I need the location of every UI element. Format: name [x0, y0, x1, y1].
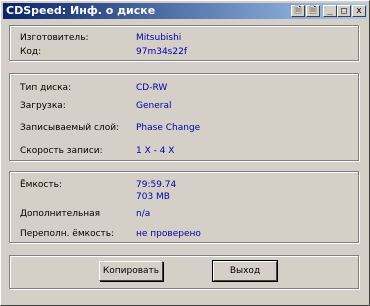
- manufacturer-group: Изготовитель: Mitsubishi Код: 97m34s22f: [9, 25, 359, 61]
- additional-value: n/a: [136, 209, 151, 219]
- write-speed-value: 1 X - 4 X: [136, 146, 175, 156]
- disc-type-label: Тип диска:: [20, 83, 72, 93]
- info-row: Загрузка: General: [20, 101, 350, 113]
- disc-type-group: Тип диска: CD-RW Загрузка: General Запис…: [9, 73, 359, 161]
- code-value: 97m34s22f: [136, 47, 187, 57]
- maximize-button[interactable]: □: [337, 5, 351, 17]
- info-row: Скорость записи: 1 X - 4 X: [20, 146, 350, 158]
- disc-type-value: CD-RW: [136, 83, 168, 93]
- overburn-value: не проверено: [136, 229, 201, 239]
- manufacturer-label: Изготовитель:: [20, 33, 89, 43]
- info-row: Переполн. ёмкость: не проверено: [20, 229, 350, 241]
- capacity-label: Ёмкость:: [20, 180, 62, 190]
- button-group: [9, 255, 359, 289]
- recording-layer-label: Записываемый слой:: [20, 123, 120, 133]
- capacity-group: Ёмкость: 79:59.74 703 MB Дополнительная …: [9, 171, 359, 243]
- title-bar[interactable]: CDSpeed: Инф. о диске 🗎 🗎 _ □ x: [3, 3, 367, 19]
- disc-info-window: CDSpeed: Инф. о диске 🗎 🗎 _ □ x Изготови…: [0, 0, 370, 306]
- capacity-time-value: 79:59.74: [136, 180, 177, 190]
- info-row: Код: 97m34s22f: [20, 47, 350, 59]
- window-title: CDSpeed: Инф. о диске: [6, 4, 156, 17]
- code-label: Код:: [20, 47, 42, 57]
- info-row: Изготовитель: Mitsubishi: [20, 33, 350, 45]
- document-icon[interactable]: 🗎: [306, 5, 320, 17]
- info-row: Дополнительная n/a: [20, 209, 350, 221]
- overburn-label: Переполн. ёмкость:: [20, 229, 115, 239]
- info-row: 703 MB: [20, 192, 350, 204]
- exit-button[interactable]: Выход: [212, 260, 278, 282]
- boot-value: General: [136, 101, 172, 111]
- info-row: Ёмкость: 79:59.74: [20, 180, 350, 192]
- info-row: Тип диска: CD-RW: [20, 83, 350, 95]
- copy-button[interactable]: Копировать: [99, 261, 163, 281]
- copy-icon[interactable]: 🗎: [291, 5, 305, 17]
- recording-layer-value: Phase Change: [136, 123, 201, 133]
- write-speed-label: Скорость записи:: [20, 146, 103, 156]
- capacity-size-value: 703 MB: [136, 192, 170, 202]
- info-row: Записываемый слой: Phase Change: [20, 123, 350, 135]
- close-button[interactable]: x: [352, 5, 366, 17]
- manufacturer-value: Mitsubishi: [136, 33, 182, 43]
- boot-label: Загрузка:: [20, 101, 66, 111]
- minimize-button[interactable]: _: [323, 5, 337, 17]
- additional-label: Дополнительная: [20, 209, 101, 219]
